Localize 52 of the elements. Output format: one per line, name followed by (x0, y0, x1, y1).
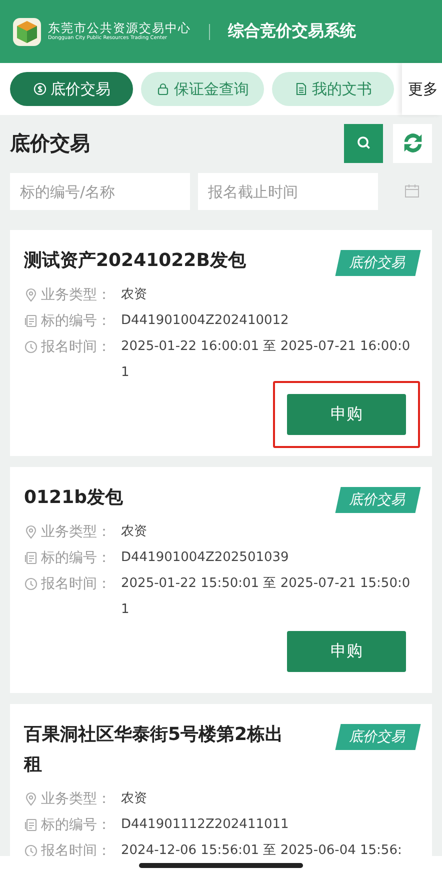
more-tab[interactable]: 更多 (402, 63, 442, 115)
field-value: 农资 (121, 523, 147, 541)
field-value: 农资 (121, 286, 147, 304)
listing-title: 百果洞社区华泰街5号楼第2栋出租 (24, 723, 284, 777)
field-value: D441901112Z202411011 (121, 816, 289, 834)
field-label: 标的编号： (41, 312, 112, 331)
clock-icon (24, 577, 38, 591)
field-label: 业务类型： (41, 523, 112, 542)
search-button[interactable] (344, 124, 383, 162)
location-icon (24, 525, 38, 539)
field-value: D441901004Z202410012 (121, 312, 289, 330)
coin-icon (32, 82, 46, 96)
page-title: 底价交易 (10, 130, 91, 156)
location-icon (24, 792, 38, 806)
document-icon (24, 818, 38, 832)
field-label: 业务类型： (41, 790, 112, 809)
field-label: 标的编号： (41, 549, 112, 568)
subscribe-button[interactable]: 申购 (287, 631, 406, 672)
field-value: 农资 (121, 790, 147, 808)
clock-icon (24, 340, 38, 354)
field-label: 标的编号： (41, 816, 112, 835)
keyword-field[interactable]: 标的编号/名称 (10, 173, 190, 210)
nav-tab[interactable]: 我的文书 (272, 72, 394, 106)
document-icon (294, 82, 308, 96)
document-icon (24, 314, 38, 328)
field-value: D441901004Z202501039 (121, 549, 289, 567)
refresh-button[interactable] (393, 124, 432, 162)
listing-title: 0121b发包 (24, 486, 123, 510)
type-tag: 底价交易 (335, 487, 421, 513)
subscribe-button[interactable]: 申购 (287, 394, 406, 435)
search-icon (356, 135, 372, 151)
logo-icon (12, 16, 42, 46)
field-value: 2025-01-22 16:00:01 至 2025-07-21 16:00:01 (121, 338, 412, 382)
nav-tab[interactable]: 底价交易 (10, 72, 133, 106)
org-name: 东莞市公共资源交易中心 (48, 21, 191, 35)
nav-tab[interactable]: 保证金查询 (141, 72, 264, 106)
field-value: 2024-12-06 15:56:01 至 2025-06-04 15:56: (121, 842, 402, 860)
field-label: 报名时间： (41, 338, 112, 357)
field-label: 报名时间： (41, 575, 112, 594)
clock-icon (24, 844, 38, 858)
location-icon (24, 288, 38, 302)
document-icon (24, 551, 38, 565)
deadline-field[interactable]: 报名截止时间 (198, 173, 378, 210)
lock-icon (156, 82, 170, 96)
calendar-icon (404, 183, 420, 199)
type-tag: 底价交易 (335, 724, 421, 750)
field-label: 业务类型： (41, 286, 112, 305)
field-value: 2025-01-22 15:50:01 至 2025-07-21 15:50:01 (121, 575, 412, 619)
type-tag: 底价交易 (335, 250, 421, 276)
field-label: 报名时间： (41, 842, 112, 861)
system-title: 综合竞价交易系统 (228, 21, 356, 42)
listing-title: 测试资产20241022B发包 (24, 249, 246, 273)
